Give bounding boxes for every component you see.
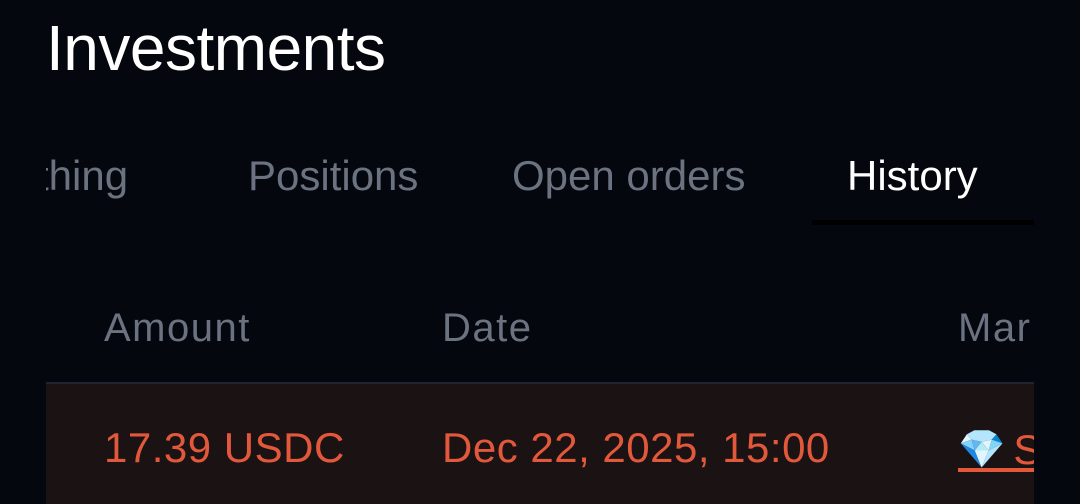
table-row[interactable]: 17.39 USDC Dec 22, 2025, 15:00 💎 S — [46, 384, 1034, 504]
tab-bar: ything Positions Open orders History — [46, 142, 1034, 226]
column-header-market[interactable]: Mar — [958, 302, 1031, 354]
cell-market-link[interactable]: 💎 S — [958, 424, 1034, 476]
tab-open-orders[interactable]: Open orders — [512, 150, 745, 202]
market-link-underline — [958, 468, 1034, 472]
column-header-amount[interactable]: Amount — [104, 302, 251, 354]
cell-date: Dec 22, 2025, 15:00 — [442, 424, 830, 471]
tab-positions[interactable]: Positions — [248, 150, 418, 202]
column-header-date[interactable]: Date — [442, 302, 533, 354]
table-header: Amount Date Mar — [46, 296, 1034, 360]
page-title: Investments — [46, 12, 386, 84]
cell-amount: 17.39 USDC — [104, 424, 345, 471]
active-tab-indicator — [812, 220, 1034, 225]
tab-history[interactable]: History — [847, 150, 978, 202]
tab-everything[interactable]: ything — [46, 150, 128, 202]
investments-page: Investments ything Positions Open orders… — [0, 0, 1080, 504]
